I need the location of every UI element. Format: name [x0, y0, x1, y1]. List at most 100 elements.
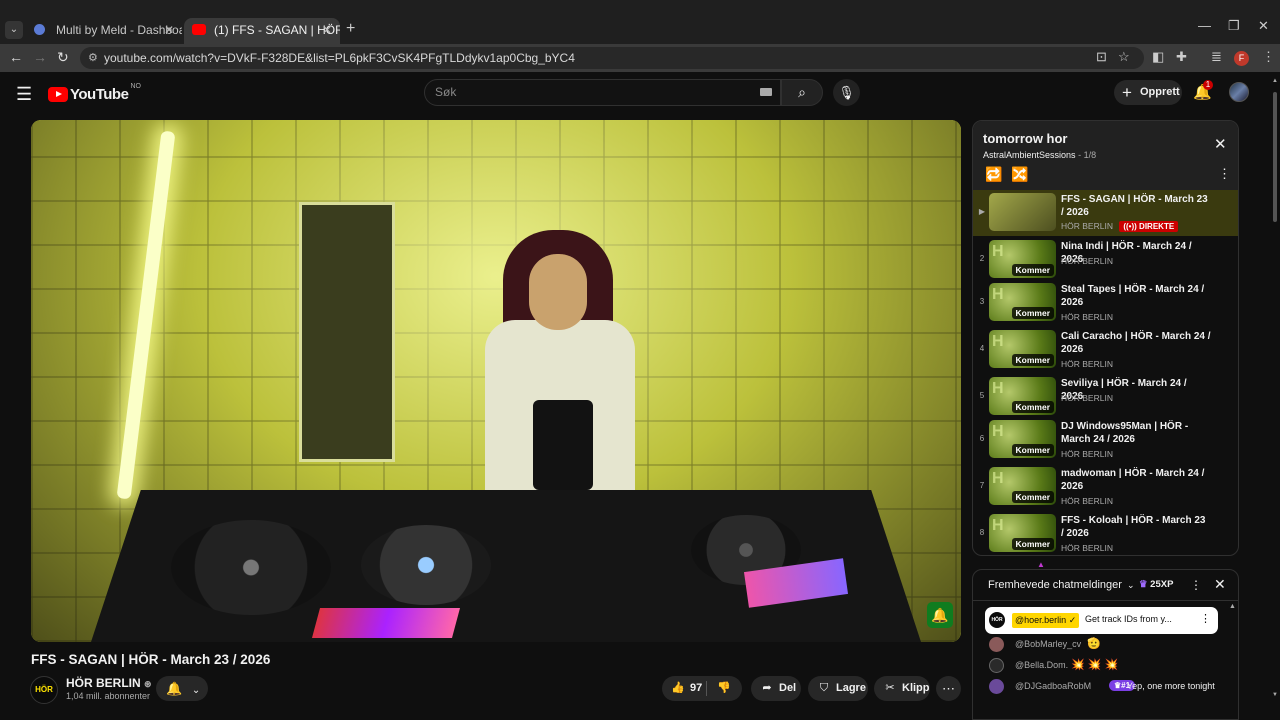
chat-title: Fremhevede chatmeldinger [988, 579, 1122, 591]
plus-icon: + [1122, 83, 1132, 102]
close-playlist-icon[interactable]: ✕ [1214, 135, 1227, 153]
loop-icon[interactable]: 🔁 [985, 166, 1002, 183]
close-tab-icon[interactable]: ✕ [164, 18, 174, 42]
video-player[interactable]: 🔔 [31, 120, 961, 642]
browser-tab-youtube[interactable]: (1) FFS - SAGAN | HÖR - March 23 / 2026 … [184, 18, 340, 44]
address-bar: ← → ↻ ⚙ youtube.com/watch?v=DVkF-F328DE&… [0, 44, 1280, 72]
playlist-subtitle: AstralAmbientSessions - 1/8 [983, 150, 1096, 160]
playlist-item[interactable]: 5 H Kommer Seviliya | HÖR - March 24 / 20… [973, 374, 1238, 420]
url-field[interactable]: ⚙ youtube.com/watch?v=DVkF-F328DE&list=P… [80, 47, 1144, 69]
chat-text: Yep, one more tonight [1127, 681, 1215, 691]
save-label: Lagre [836, 682, 866, 694]
channel-name-text: HÖR BERLIN [66, 676, 141, 690]
page-scrollbar[interactable]: ▲ ▼ [1272, 78, 1278, 720]
browser-tab-meld[interactable]: Multi by Meld - Dashboard. ✕ [26, 18, 182, 44]
scroll-up-icon[interactable]: ▲ [1272, 78, 1278, 84]
forward-icon[interactable]: → [33, 49, 47, 65]
youtube-logo[interactable]: YouTube NO [48, 83, 141, 104]
playlist-item[interactable]: ▶ H FFS - SAGAN | HÖR - March 23 / 2026 … [973, 190, 1238, 236]
install-app-icon[interactable]: ⊡ [1096, 49, 1107, 65]
chat-message: @BobMarley_cv 🫡 [989, 636, 1229, 654]
media-control-icon[interactable]: ≣ [1211, 49, 1222, 65]
scroll-down-icon[interactable]: ▼ [1272, 692, 1278, 698]
playlist-item-channel: HÖR BERLIN [1061, 312, 1113, 322]
cdj-left [361, 525, 491, 605]
like-button[interactable]: 👍 97 [662, 682, 702, 694]
divider [706, 681, 707, 696]
pinned-more-icon[interactable]: ⋮ [1200, 612, 1211, 625]
wall-door [299, 202, 395, 462]
create-button[interactable]: + Opprett [1114, 80, 1182, 105]
playlist-owner[interactable]: AstralAmbientSessions [983, 150, 1076, 160]
live-notification-bell-icon[interactable]: 🔔 [927, 602, 953, 628]
minimize-icon[interactable]: — [1198, 18, 1211, 33]
site-info-icon[interactable]: ⚙ [88, 47, 98, 69]
extension-icon[interactable]: ◧ [1152, 49, 1164, 65]
channel-name[interactable]: HÖR BERLIN ⊛ [66, 676, 152, 690]
share-button[interactable]: ➦ Del [751, 676, 801, 701]
pinned-message[interactable]: HÖR @hoer.berlin ✓ Get track IDs from y.… [985, 607, 1218, 634]
reload-icon[interactable]: ↻ [57, 49, 69, 66]
logo-wordmark: YouTube [70, 85, 129, 103]
back-icon[interactable]: ← [9, 49, 23, 65]
clip-label: Klipp [902, 682, 930, 694]
playlist-item[interactable]: 8 H Kommer FFS - Koloah | HÖR - March 23 … [973, 511, 1238, 555]
dj-face [529, 254, 587, 330]
playlist-item-index: 3 [979, 297, 985, 306]
restore-icon[interactable]: ❐ [1228, 18, 1240, 34]
clip-button[interactable]: ✂ Klipp [874, 676, 930, 701]
playlist-item[interactable]: 2 H Kommer Nina Indi | HÖR - March 24 / 2… [973, 237, 1238, 283]
youtube-favicon-icon [192, 24, 206, 35]
new-tab-icon[interactable]: + [346, 20, 355, 38]
hamburger-menu-icon[interactable]: ☰ [16, 84, 32, 105]
playlist-item[interactable]: 7 H Kommer madwoman | HÖR - March 24 / 20… [973, 464, 1238, 510]
playlist-item-title: FFS - SAGAN | HÖR - March 23 / 2026 [1061, 194, 1208, 218]
pinned-text: Get track IDs from y... [1085, 614, 1172, 624]
search-input[interactable]: Søk [424, 79, 781, 106]
keyboard-icon[interactable] [760, 88, 772, 96]
close-chat-icon[interactable]: ✕ [1214, 576, 1226, 593]
save-button[interactable]: ⛉ Lagre [808, 676, 868, 701]
profile-avatar[interactable]: F [1234, 51, 1249, 66]
dislike-button[interactable]: 👎 [717, 676, 731, 701]
url-text: youtube.com/watch?v=DVkF-F328DE&list=PL6… [104, 51, 575, 65]
shuffle-icon[interactable]: 🔀 [1011, 166, 1028, 183]
chat-author[interactable]: @Bella.Dom. [1015, 660, 1068, 670]
chevron-down-icon: ⌄ [191, 685, 201, 696]
playlist-item[interactable]: 4 H Kommer Cali Caracho | HÖR - March 24 … [973, 327, 1238, 373]
scrollbar-thumb[interactable] [1273, 92, 1277, 222]
chat-more-icon[interactable]: ⋮ [1190, 578, 1202, 592]
close-window-icon[interactable]: ✕ [1258, 18, 1269, 34]
playlist-more-icon[interactable]: ⋮ [1218, 166, 1231, 182]
playlist-item-channel: HÖR BERLIN [1061, 256, 1113, 266]
browser-tab-bar: ⌄ Multi by Meld - Dashboard. ✕ (1) FFS -… [0, 0, 1280, 44]
close-tab-icon[interactable]: ✕ [322, 18, 332, 42]
chat-mode-selector[interactable]: Fremhevede chatmeldinger ⌄ [988, 579, 1135, 591]
playlist-title[interactable]: tomorrow hor [983, 131, 1068, 146]
playlist-item-channel: HÖR BERLIN [1061, 393, 1113, 403]
more-actions-button[interactable]: ⋯ [936, 676, 961, 701]
dj-corset [533, 400, 593, 490]
puzzle-extensions-icon[interactable]: ✚ [1176, 49, 1187, 65]
create-label: Opprett [1140, 86, 1180, 98]
channel-avatar[interactable]: HÖR [30, 676, 58, 704]
chat-author[interactable]: @DJGadboaRobM [1015, 681, 1091, 691]
chat-avatar [989, 658, 1004, 673]
tab-search-button[interactable]: ⌄ [5, 21, 23, 39]
like-count: 97 [690, 682, 703, 694]
notifications-button[interactable]: 🔔 1 [1193, 80, 1213, 101]
chat-scroll-up-icon[interactable]: ▲ [1229, 603, 1236, 610]
chat-author[interactable]: @BobMarley_cv [1015, 639, 1081, 649]
xp-badge[interactable]: ♛ 25XP [1139, 579, 1173, 590]
bookmark-star-icon[interactable]: ☆ [1118, 49, 1130, 65]
playlist-item-index: 7 [979, 481, 985, 490]
playlist-item[interactable]: 6 H Kommer DJ Windows95Man | HÖR - March … [973, 417, 1238, 463]
chat-message: @Bella.Dom. 💥 💥 💥 [989, 657, 1229, 675]
subscription-bell-button[interactable]: 🔔 ⌄ [156, 676, 208, 701]
voice-search-button[interactable]: 🎙 [833, 79, 860, 106]
search-button[interactable]: ⌕ [781, 79, 823, 106]
playlist-item-channel: HÖR BERLIN [1061, 496, 1113, 506]
playlist-item[interactable]: 3 H Kommer Steal Tapes | HÖR - March 24 /… [973, 280, 1238, 326]
account-avatar[interactable] [1229, 82, 1249, 102]
menu-kebab-icon[interactable]: ⋮ [1262, 49, 1275, 65]
